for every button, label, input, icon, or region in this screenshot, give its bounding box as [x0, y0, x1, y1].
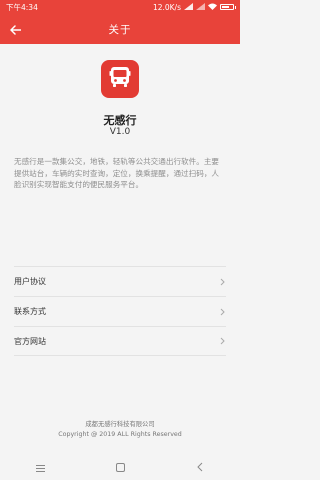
wifi-icon [208, 3, 217, 12]
app-logo [101, 60, 139, 98]
menu-button[interactable] [30, 456, 50, 476]
footer: 成都无感行科技有限公司 Copyright @ 2019 ALL Rights … [0, 420, 240, 440]
back-button[interactable] [4, 18, 26, 40]
company-name: 成都无感行科技有限公司 [85, 421, 155, 428]
battery-icon [220, 4, 236, 10]
nav-back-button[interactable] [190, 456, 210, 476]
status-right: 12.0K/s [152, 2, 236, 12]
chevron-right-icon [218, 307, 226, 317]
home-button[interactable] [110, 456, 130, 476]
chevron-right-icon [218, 336, 226, 346]
menu-item-label: 用户协议 [14, 277, 46, 286]
chevron-right-icon [218, 277, 226, 287]
menu-icon [35, 457, 45, 476]
menu-item-website[interactable]: 官方网站 [14, 326, 226, 356]
menu-item-user-agreement[interactable]: 用户协议 [14, 266, 226, 296]
menu-item-label: 联系方式 [14, 307, 46, 316]
signal-icon [196, 2, 205, 12]
network-speed: 12.0K/s [152, 2, 181, 12]
app-version: V1.0 [109, 127, 131, 137]
copyright: Copyright @ 2019 ALL Rights Reserved [58, 431, 182, 438]
menu-item-contact[interactable]: 联系方式 [14, 296, 226, 326]
battery-level [222, 6, 230, 8]
chevron-left-icon [197, 457, 203, 476]
bus-icon [107, 64, 133, 94]
menu-item-label: 官方网站 [14, 336, 46, 346]
about-content: 无感行 V1.0 无感行是一款集公交，地铁，轻轨等公共交通出行软件。主要提供站台… [0, 44, 240, 452]
app-description: 无感行是一款集公交，地铁，轻轨等公共交通出行软件。主要提供站台，车辆的实时查询，… [14, 157, 220, 189]
page-title: 关于 [108, 23, 132, 36]
status-time: 下午4:34 [6, 2, 38, 12]
signal-icon [184, 2, 193, 12]
app-name: 无感行 [103, 114, 137, 127]
about-menu: 用户协议 联系方式 官方网站 [14, 266, 226, 356]
system-nav-bar [0, 452, 240, 480]
toolbar: 关于 [0, 14, 240, 44]
arrow-left-icon [9, 20, 21, 39]
square-icon [115, 457, 125, 476]
status-bar: 下午4:34 12.0K/s [0, 0, 240, 14]
